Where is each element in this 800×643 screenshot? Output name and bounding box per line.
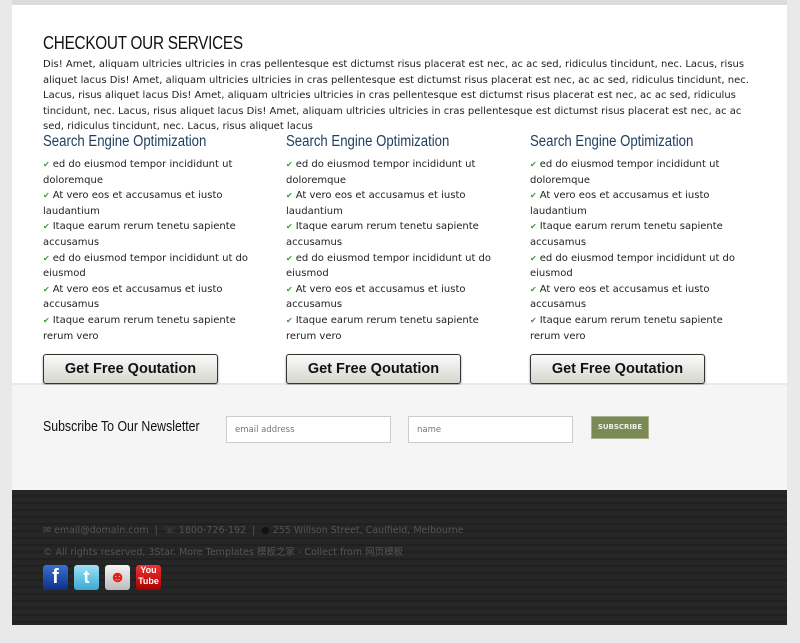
service-column: Search Engine Optimization ✔ ed do eiusmod… (530, 133, 750, 385)
check-icon: ✔ (43, 160, 50, 169)
list-item: ✔ Itaque earum rerum tenetu sapiente reru… (530, 313, 750, 344)
newsletter-label: Subscribe To Our Newsletter (43, 419, 200, 435)
email-input[interactable] (226, 416, 391, 443)
service-title: Search Engine Optimization (530, 133, 694, 150)
check-icon: ✔ (43, 284, 50, 294)
list-item: ✔ At vero eos et accusamus et iusto accus… (530, 282, 750, 313)
list-item-text: At vero eos et accusamus et iusto accusa… (286, 283, 466, 311)
list-item-text: At vero eos et accusamus et iusto accusa… (43, 283, 223, 311)
list-item: ✔ ed do eiusmod tempor incididunt ut dolo… (286, 157, 506, 188)
list-item: ✔ Itaque earum rerum tenetu sapiente reru… (43, 313, 263, 344)
service-title: Search Engine Optimization (286, 133, 450, 150)
check-icon: ✔ (530, 191, 537, 201)
check-icon: ✔ (530, 284, 537, 294)
check-icon: ✔ (286, 191, 293, 201)
list-item-text: ed do eiusmod tempor incididunt ut do ei… (43, 252, 249, 280)
list-item-text: At vero eos et accusamus et iusto laudan… (43, 190, 223, 217)
list-item: ✔ Itaque earum rerum tenetu sapiente accu… (530, 219, 750, 250)
copyright: © All rights reserved, 3Star. More Templ… (43, 547, 404, 558)
list-item: ✔ Itaque earum rerum tenetu sapiente accu… (286, 219, 506, 250)
list-item-text: Itaque earum rerum tenetu sapiente accus… (530, 221, 723, 248)
service-column: Search Engine Optimization ✔ ed do eiusmod… (286, 133, 506, 385)
mail-icon: ✉ (43, 525, 51, 536)
list-item: ✔ At vero eos et accusamus et iusto lauda… (43, 188, 263, 219)
service-list: ✔ ed do eiusmod tempor incididunt ut dolo… (530, 157, 750, 344)
list-item: ✔ At vero eos et accusamus et iusto lauda… (530, 188, 750, 219)
list-item: ✔ ed do eiusmod tempor incididunt ut do e… (43, 251, 263, 282)
list-item-text: Itaque earum rerum tenetu sapiente accus… (286, 221, 479, 248)
list-item: ✔ At vero eos et accusamus et iusto lauda… (286, 188, 506, 219)
footer-address: 255 Willson Street, Caulfield, Melbourne (272, 525, 464, 536)
service-list: ✔ ed do eiusmod tempor incididunt ut dolo… (43, 157, 263, 344)
check-icon: ✔ (530, 222, 537, 232)
list-item: ✔ At vero eos et accusamus et iusto accus… (286, 282, 506, 313)
list-item-text: ed do eiusmod tempor incididunt ut do ei… (530, 252, 736, 280)
list-item-text: ed do eiusmod tempor incididunt ut dolor… (286, 159, 476, 186)
phone-icon: ☏ (163, 525, 176, 536)
section-title: CHECKOUT OUR SERVICES (43, 33, 243, 53)
twitter-icon[interactable]: t (74, 565, 99, 590)
check-icon: ✔ (43, 222, 50, 232)
check-icon: ✔ (43, 253, 50, 263)
list-item-text: ed do eiusmod tempor incididunt ut dolor… (530, 159, 720, 186)
check-icon: ✔ (286, 160, 293, 169)
get-quotation-button[interactable]: Get Free Qoutation (43, 354, 218, 385)
check-icon: ✔ (286, 315, 293, 325)
list-item: ✔ ed do eiusmod tempor incididunt ut do e… (286, 251, 506, 282)
get-quotation-button[interactable]: Get Free Qoutation (530, 354, 705, 385)
youtube-icon[interactable]: You Tube (136, 565, 161, 590)
check-icon: ✔ (286, 253, 293, 263)
list-item: ✔ Itaque earum rerum tenetu sapiente reru… (286, 313, 506, 344)
list-item-text: Itaque earum rerum tenetu sapiente rerum… (530, 314, 723, 342)
list-item-text: Itaque earum rerum tenetu sapiente rerum… (286, 314, 479, 342)
check-icon: ✔ (43, 315, 50, 325)
list-item-text: Itaque earum rerum tenetu sapiente rerum… (43, 314, 236, 342)
footer-phone: 1800-726-192 (178, 525, 247, 536)
list-item-text: At vero eos et accusamus et iusto accusa… (530, 283, 710, 311)
list-item-text: ed do eiusmod tempor incididunt ut do ei… (286, 252, 492, 280)
service-title: Search Engine Optimization (43, 133, 207, 150)
facebook-icon[interactable]: f (43, 565, 68, 590)
reddit-icon[interactable]: ☻ (105, 565, 130, 590)
check-icon: ✔ (530, 315, 537, 325)
check-icon: ✔ (286, 222, 293, 232)
intro-text: Dis! Amet, aliquam ultricies ultricies i… (43, 59, 749, 132)
check-icon: ✔ (530, 160, 537, 169)
footer: ✉ email@domain.com | ☏ 1800-726-192 | ● … (12, 490, 787, 625)
list-item-text: At vero eos et accusamus et iusto laudan… (530, 190, 710, 217)
list-item: ✔ ed do eiusmod tempor incididunt ut dolo… (530, 157, 750, 188)
newsletter-section: Subscribe To Our Newsletter SUBSCRIBE (12, 385, 787, 490)
service-list: ✔ ed do eiusmod tempor incididunt ut dolo… (286, 157, 506, 344)
list-item: ✔ ed do eiusmod tempor incididunt ut do e… (530, 251, 750, 282)
check-icon: ✔ (286, 284, 293, 294)
subscribe-button[interactable]: SUBSCRIBE (591, 416, 649, 439)
location-pin-icon: ● (261, 525, 270, 536)
list-item: ✔ Itaque earum rerum tenetu sapiente accu… (43, 219, 263, 250)
list-item-text: ed do eiusmod tempor incididunt ut dolor… (43, 159, 233, 186)
list-item: ✔ At vero eos et accusamus et iusto accus… (43, 282, 263, 313)
footer-email[interactable]: email@domain.com (54, 525, 149, 536)
services-section: CHECKOUT OUR SERVICES Dis! Amet, aliquam… (12, 5, 787, 385)
get-quotation-button[interactable]: Get Free Qoutation (286, 354, 461, 385)
list-item: ✔ ed do eiusmod tempor incididunt ut dolo… (43, 157, 263, 188)
name-input[interactable] (408, 416, 573, 443)
service-column: Search Engine Optimization ✔ ed do eiusmod… (43, 133, 263, 385)
list-item-text: Itaque earum rerum tenetu sapiente accus… (43, 221, 236, 248)
contact-line: ✉ email@domain.com | ☏ 1800-726-192 | ● … (43, 525, 464, 536)
list-item-text: At vero eos et accusamus et iusto laudan… (286, 190, 466, 217)
check-icon: ✔ (530, 253, 537, 263)
check-icon: ✔ (43, 191, 50, 201)
